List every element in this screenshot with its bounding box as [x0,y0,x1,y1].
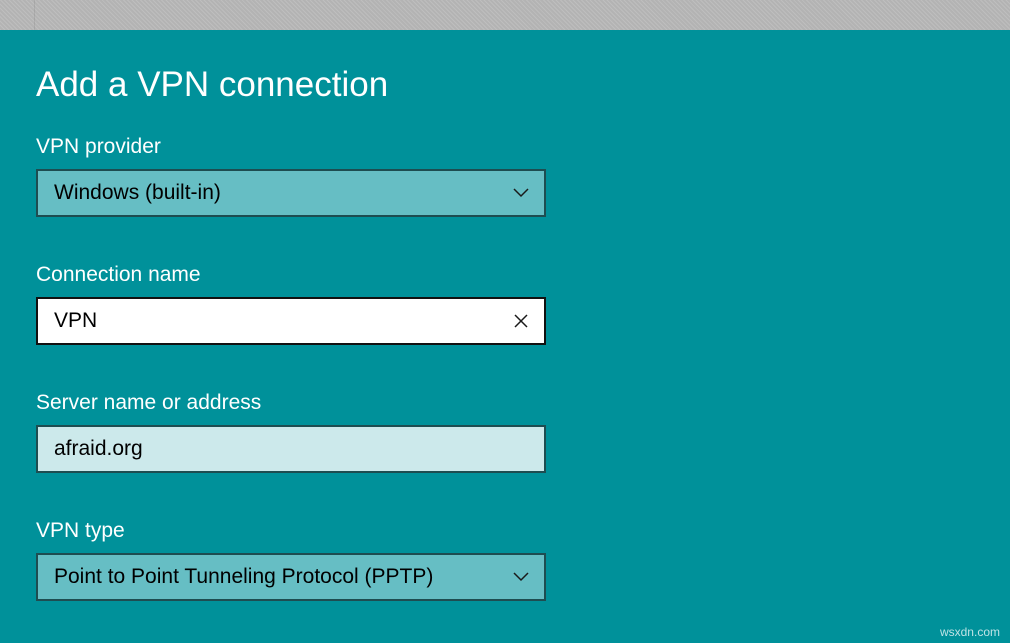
server-address-value: afraid.org [54,437,143,460]
strip-divider [34,0,35,30]
vpn-provider-dropdown[interactable]: Windows (built-in) [36,169,546,217]
watermark: wsxdn.com [939,625,1000,639]
connection-name-label: Connection name [36,263,201,286]
background-window-strip [0,0,1010,30]
server-address-field[interactable]: afraid.org [36,425,546,473]
page-title: Add a VPN connection [36,65,389,104]
vpn-type-dropdown[interactable]: Point to Point Tunneling Protocol (PPTP) [36,553,546,601]
chevron-down-icon [513,188,529,198]
close-icon[interactable] [512,312,530,330]
vpn-provider-selected-value: Windows (built-in) [54,181,221,204]
connection-name-field[interactable]: VPN [36,297,546,345]
vpn-type-selected-value: Point to Point Tunneling Protocol (PPTP) [54,565,434,588]
server-address-label: Server name or address [36,391,262,414]
chevron-down-icon [513,572,529,582]
vpn-type-label: VPN type [36,519,125,542]
connection-name-value: VPN [54,309,98,332]
vpn-provider-label: VPN provider [36,135,161,158]
